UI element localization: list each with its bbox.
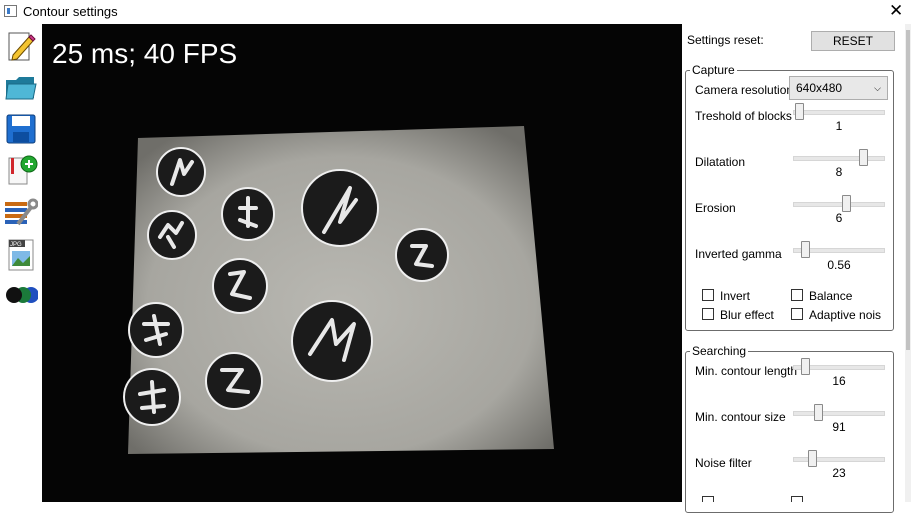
reset-button[interactable]: RESET: [811, 31, 895, 51]
color-balls-icon[interactable]: [4, 278, 39, 312]
inverted-gamma-label: Inverted gamma: [695, 247, 782, 261]
open-folder-icon[interactable]: [4, 70, 38, 104]
dilatation-value: 8: [835, 165, 843, 179]
camera-resolution-select[interactable]: 640x480 ⌵: [789, 76, 888, 100]
balance-checkbox[interactable]: [791, 289, 803, 301]
threshold-track[interactable]: [793, 110, 885, 115]
app-icon: [4, 5, 17, 17]
adaptive-noise-label: Adaptive nois: [809, 308, 882, 322]
invert-label: Invert: [720, 289, 751, 303]
camera-image: [42, 24, 682, 502]
add-document-icon[interactable]: [4, 154, 38, 188]
noise-filter-track[interactable]: [793, 457, 885, 462]
dilatation-label: Dilatation: [695, 155, 746, 169]
camera-preview: 25 ms; 40 FPS: [42, 24, 682, 502]
inverted-gamma-value: 0.56: [827, 258, 851, 272]
balance-label: Balance: [809, 289, 853, 303]
settings-wrench-icon[interactable]: [4, 196, 39, 230]
edit-icon[interactable]: [4, 30, 38, 64]
searching-group-title: Searching: [690, 344, 749, 358]
save-icon[interactable]: [4, 112, 38, 146]
settings-reset-label: Settings reset:: [687, 33, 764, 47]
min-contour-size-value: 91: [832, 420, 846, 434]
threshold-value: 1: [835, 119, 843, 133]
capture-group-title: Capture: [690, 63, 737, 77]
settings-panel: Settings reset: RESET Capture Camera res…: [682, 24, 911, 513]
title-bar: Contour settings ✕: [0, 0, 911, 24]
window-title: Contour settings: [23, 4, 118, 19]
noise-filter-label: Noise filter: [695, 456, 752, 470]
min-contour-length-label: Min. contour length: [695, 364, 798, 378]
min-contour-length-value: 16: [832, 374, 846, 388]
noise-filter-slider[interactable]: [807, 450, 817, 467]
dilatation-slider[interactable]: [859, 149, 869, 166]
jpg-image-icon[interactable]: JPG: [4, 238, 38, 272]
min-contour-length-slider[interactable]: [801, 358, 811, 375]
threshold-label: Treshold of blocks: [695, 109, 792, 123]
min-contour-size-track[interactable]: [793, 411, 885, 416]
blur-effect-label: Blur effect: [720, 308, 774, 322]
scrollbar-thumb[interactable]: [906, 30, 910, 350]
inverted-gamma-slider[interactable]: [801, 241, 811, 258]
dilatation-track[interactable]: [793, 156, 885, 161]
camera-resolution-label: Camera resolution: [695, 83, 794, 97]
erosion-value: 6: [835, 211, 843, 225]
partial-checkbox-1[interactable]: [702, 496, 714, 502]
adaptive-noise-checkbox[interactable]: [791, 308, 803, 320]
camera-resolution-value: 640x480: [796, 81, 843, 95]
erosion-slider[interactable]: [841, 195, 851, 212]
threshold-slider[interactable]: [794, 103, 804, 120]
invert-checkbox[interactable]: [702, 289, 714, 301]
partial-checkbox-2[interactable]: [791, 496, 803, 502]
noise-filter-value: 23: [832, 466, 846, 480]
min-contour-size-label: Min. contour size: [695, 410, 786, 424]
erosion-track[interactable]: [793, 202, 885, 207]
close-icon[interactable]: ✕: [889, 2, 903, 20]
min-contour-size-slider[interactable]: [814, 404, 824, 421]
erosion-label: Erosion: [695, 201, 736, 215]
blur-effect-checkbox[interactable]: [702, 308, 714, 320]
left-toolbar: JPG: [0, 24, 42, 502]
chevron-down-icon: ⌵: [874, 83, 881, 93]
fps-overlay: 25 ms; 40 FPS: [52, 38, 238, 69]
svg-text:JPG: JPG: [10, 242, 22, 248]
